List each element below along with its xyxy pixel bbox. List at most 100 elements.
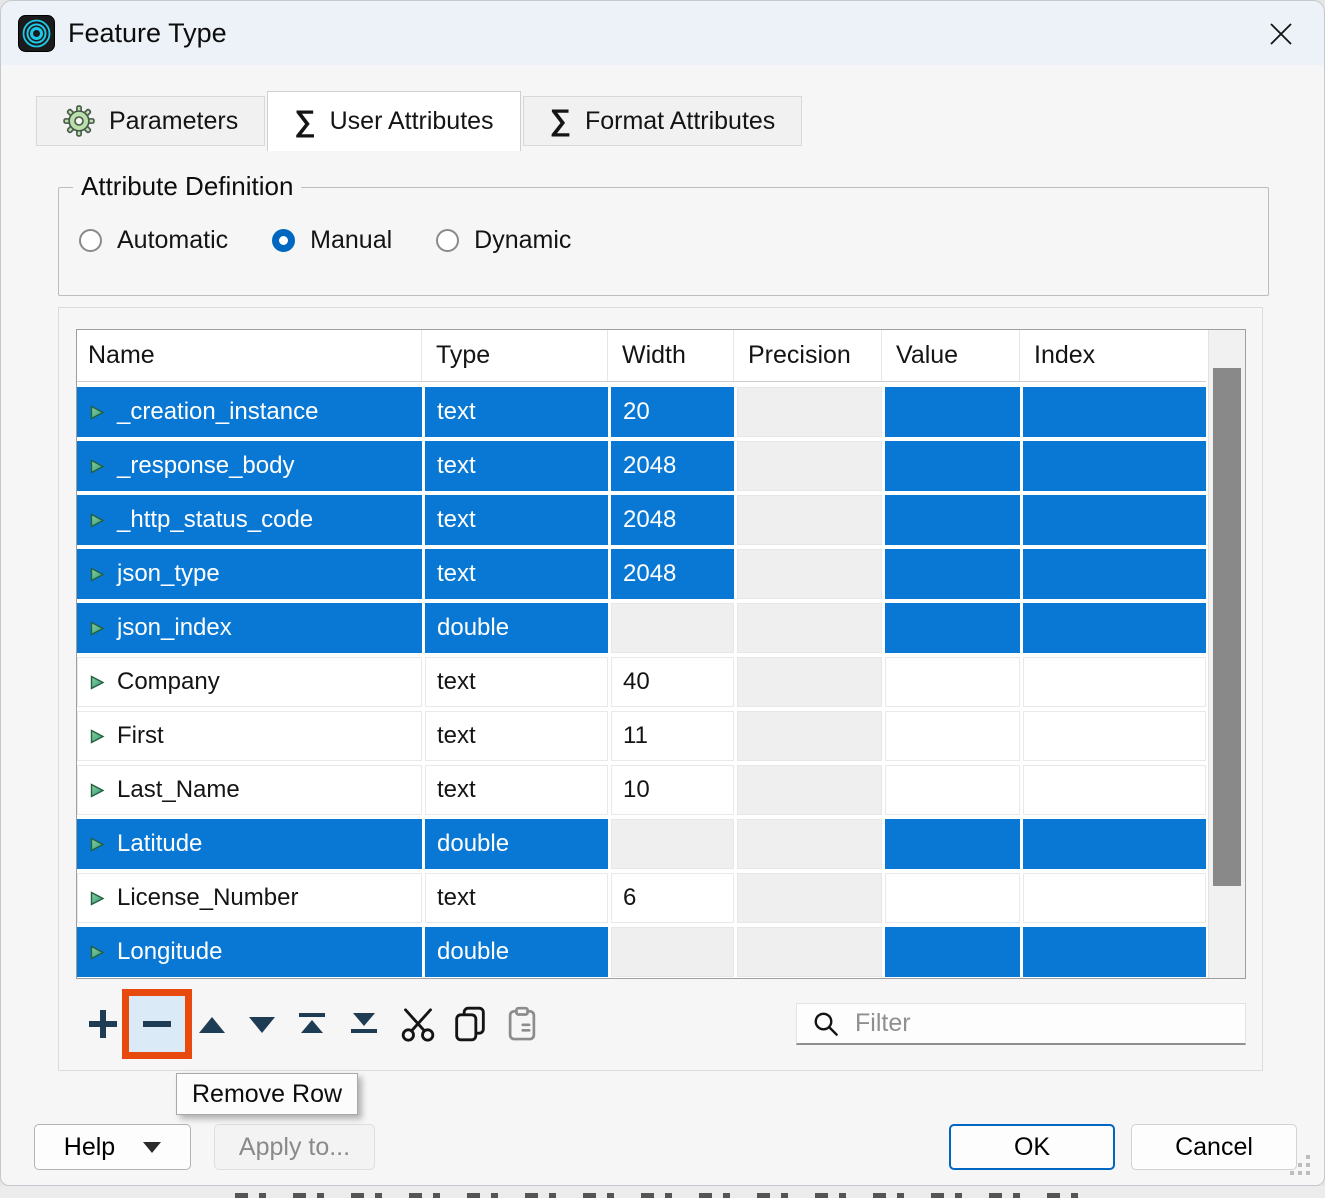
cell-name[interactable]: _response_body [77,441,422,491]
cell-type[interactable]: double [425,603,608,653]
column-header-width[interactable]: Width [611,330,734,381]
help-button[interactable]: Help [34,1124,191,1170]
cell-name[interactable]: License_Number [77,873,422,923]
cell-value[interactable] [885,873,1020,923]
cell-type[interactable]: text [425,765,608,815]
tab-parameters[interactable]: Parameters [36,96,265,146]
cell-index[interactable] [1023,603,1206,653]
attribute-arrow-icon [89,566,106,583]
cell-value[interactable] [885,765,1020,815]
cell-value[interactable] [885,657,1020,707]
vertical-scrollbar[interactable] [1208,330,1245,978]
cell-precision[interactable] [737,927,882,977]
cell-value[interactable] [885,927,1020,977]
cell-index[interactable] [1023,873,1206,923]
cell-type[interactable]: text [425,657,608,707]
cell-name[interactable]: _creation_instance [77,387,422,437]
column-header-type[interactable]: Type [425,330,608,381]
move-down-button[interactable] [247,1014,277,1036]
cell-value[interactable] [885,549,1020,599]
close-button[interactable] [1260,13,1302,55]
cell-index[interactable] [1023,927,1206,977]
cell-value[interactable] [885,387,1020,437]
ok-button[interactable]: OK [949,1124,1115,1170]
remove-row-button[interactable] [129,996,185,1052]
move-to-top-button[interactable] [297,1009,327,1037]
cell-value[interactable] [885,603,1020,653]
cell-name[interactable]: Company [77,657,422,707]
resize-grip[interactable] [1284,1149,1310,1175]
column-header-name[interactable]: Name [77,330,422,381]
cell-type[interactable]: text [425,873,608,923]
cell-width[interactable]: 6 [611,873,734,923]
attribute-arrow-icon [89,728,106,745]
cell-width[interactable] [611,603,734,653]
cell-type[interactable]: text [425,387,608,437]
cell-type[interactable]: text [425,549,608,599]
radio-manual[interactable]: Manual [272,226,392,255]
cell-index[interactable] [1023,711,1206,761]
copy-button[interactable] [449,1001,491,1047]
cell-value[interactable] [885,495,1020,545]
cell-width[interactable]: 11 [611,711,734,761]
cell-index[interactable] [1023,495,1206,545]
cell-index[interactable] [1023,819,1206,869]
cell-precision[interactable] [737,549,882,599]
cell-index[interactable] [1023,549,1206,599]
cell-name[interactable]: _http_status_code [77,495,422,545]
filter-input[interactable] [855,1009,1195,1038]
cell-name[interactable]: json_index [77,603,422,653]
cell-width[interactable]: 10 [611,765,734,815]
cell-index[interactable] [1023,765,1206,815]
cell-precision[interactable] [737,765,882,815]
radio-automatic[interactable]: Automatic [79,226,228,255]
cancel-button[interactable]: Cancel [1131,1124,1297,1170]
tab-format-attributes[interactable]: ∑ Format Attributes [523,96,803,146]
move-to-bottom-button[interactable] [349,1009,379,1037]
cell-precision[interactable] [737,441,882,491]
cell-value[interactable] [885,819,1020,869]
cell-precision[interactable] [737,603,882,653]
cell-width[interactable]: 20 [611,387,734,437]
column-header-index[interactable]: Index [1023,330,1206,381]
cell-type[interactable]: text [425,495,608,545]
scrollbar-thumb[interactable] [1213,368,1241,886]
add-row-button[interactable] [85,1006,121,1042]
cell-name[interactable]: Longitude [77,927,422,977]
cell-width[interactable] [611,927,734,977]
cell-width[interactable]: 2048 [611,495,734,545]
cell-width[interactable]: 2048 [611,549,734,599]
paste-button[interactable] [501,1001,543,1047]
cell-name[interactable]: json_type [77,549,422,599]
cell-type[interactable]: double [425,927,608,977]
cell-type[interactable]: text [425,441,608,491]
cell-index[interactable] [1023,441,1206,491]
cell-width[interactable]: 40 [611,657,734,707]
cell-precision[interactable] [737,819,882,869]
minus-icon [143,1021,171,1027]
cell-precision[interactable] [737,387,882,437]
chevron-down-icon [143,1142,161,1153]
cell-index[interactable] [1023,387,1206,437]
cell-type[interactable]: double [425,819,608,869]
cell-name[interactable]: Last_Name [77,765,422,815]
tab-user-attributes[interactable]: ∑ User Attributes [267,91,520,151]
cell-width[interactable]: 2048 [611,441,734,491]
cell-precision[interactable] [737,711,882,761]
cell-index[interactable] [1023,657,1206,707]
cell-name[interactable]: First [77,711,422,761]
cell-name[interactable]: Latitude [77,819,422,869]
column-header-value[interactable]: Value [885,330,1020,381]
cell-type[interactable]: text [425,711,608,761]
cell-value[interactable] [885,441,1020,491]
cell-precision[interactable] [737,657,882,707]
cell-width[interactable] [611,819,734,869]
cell-value[interactable] [885,711,1020,761]
radio-dynamic[interactable]: Dynamic [436,226,571,255]
column-header-precision[interactable]: Precision [737,330,882,381]
cell-precision[interactable] [737,873,882,923]
apply-to-button[interactable]: Apply to... [214,1124,375,1170]
cell-precision[interactable] [737,495,882,545]
cut-button[interactable] [397,1001,439,1047]
move-up-button[interactable] [197,1014,227,1036]
